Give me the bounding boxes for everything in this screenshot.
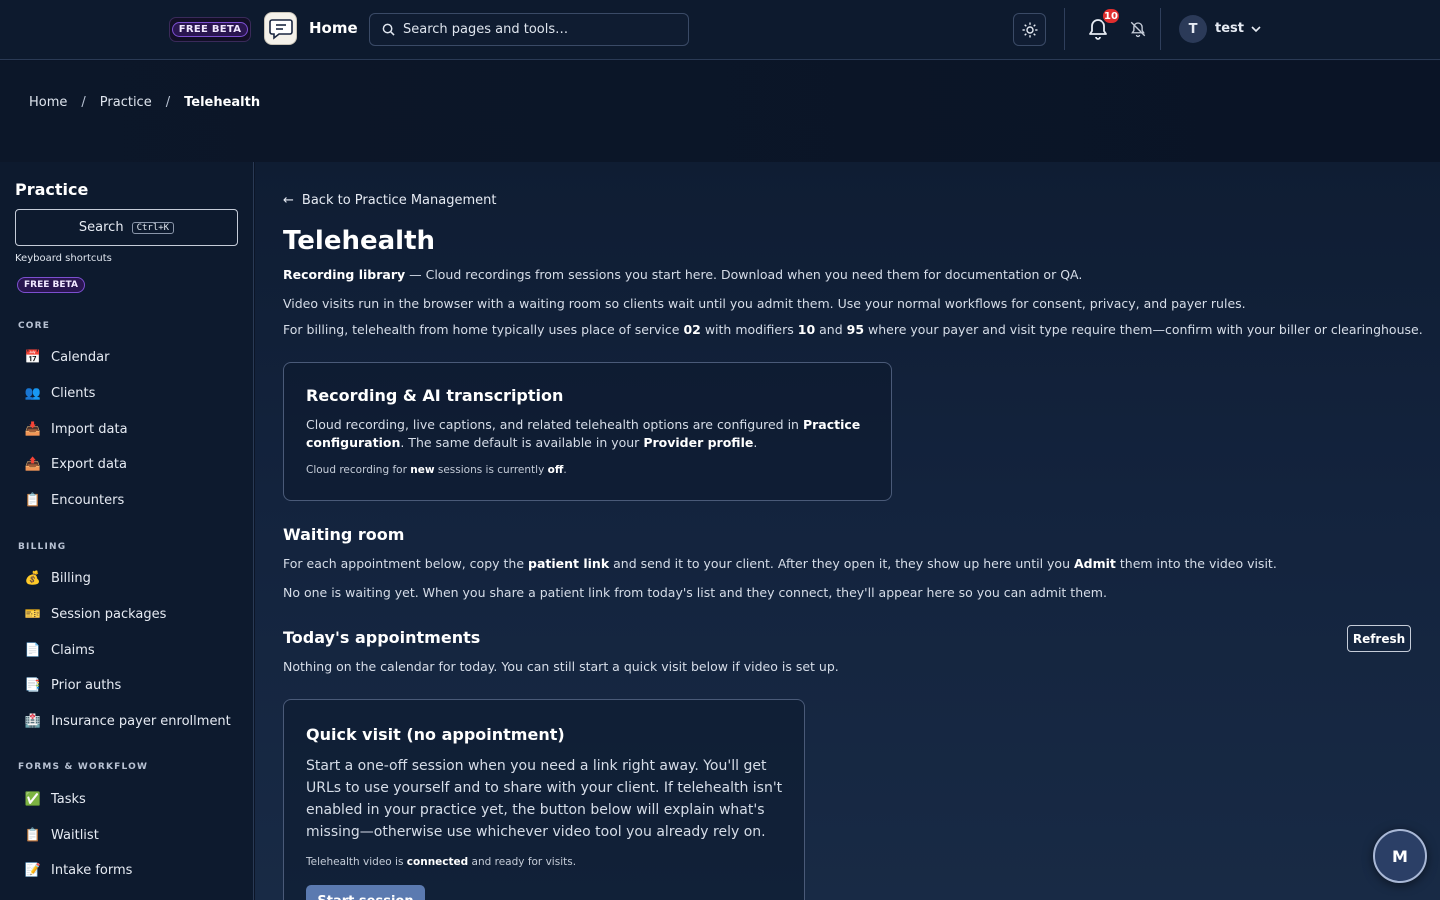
sidebar-title: Practice — [15, 180, 89, 199]
clipboard-icon: 📋 — [24, 492, 42, 508]
notification-count-badge: 10 — [1101, 7, 1121, 25]
sidebar-item-calendar[interactable]: 📅 Calendar — [24, 342, 244, 372]
sidebar-search-button[interactable]: Search Ctrl+K — [15, 209, 238, 246]
sidebar-item-intake-forms[interactable]: 📝 Intake forms — [24, 855, 244, 885]
sidebar-item-import-data[interactable]: 📥 Import data — [24, 414, 244, 444]
quick-visit-card: Quick visit (no appointment) Start a one… — [283, 699, 805, 900]
bell-off-icon[interactable] — [1129, 20, 1147, 38]
keyboard-shortcuts-link[interactable]: Keyboard shortcuts — [15, 253, 112, 264]
sidebar-item-encounters[interactable]: 📋 Encounters — [24, 485, 244, 515]
sun-icon — [1022, 22, 1037, 37]
bookmark-tabs-icon: 📑 — [24, 677, 42, 693]
hospital-icon: 🏥 — [24, 713, 42, 729]
main-content: ← Back to Practice Management Telehealth… — [255, 162, 1440, 900]
section-label-core: CORE — [18, 321, 51, 331]
breadcrumb-current: Telehealth — [184, 95, 261, 110]
back-to-practice-link[interactable]: ← Back to Practice Management — [283, 193, 496, 208]
free-beta-badge: FREE BETA — [169, 17, 251, 42]
waiting-room-empty: No one is waiting yet. When you share a … — [283, 585, 1107, 600]
outbox-tray-icon: 📤 — [24, 456, 42, 472]
breadcrumb-separator: / — [165, 95, 171, 110]
sidebar-item-waitlist[interactable]: 📋 Waitlist — [24, 820, 244, 850]
appointments-title: Today's appointments — [283, 628, 481, 647]
start-session-button[interactable]: Start session — [306, 885, 425, 900]
recording-transcription-card: Recording & AI transcription Cloud recor… — [283, 362, 892, 501]
quick-visit-description: Start a one-off session when you need a … — [306, 758, 783, 840]
user-name[interactable]: test — [1215, 21, 1244, 36]
arrow-left-icon: ← — [283, 193, 294, 208]
refresh-button[interactable]: Refresh — [1347, 625, 1411, 652]
assistant-button[interactable]: M — [1373, 829, 1427, 883]
appointments-empty: Nothing on the calendar for today. You c… — [283, 659, 839, 674]
section-label-forms-workflow: FORMS & WORKFLOW — [18, 762, 149, 772]
ticket-icon: 🎫 — [24, 606, 42, 622]
recording-status: Cloud recording for new sessions is curr… — [306, 464, 567, 476]
breadcrumb-home[interactable]: Home — [29, 95, 67, 110]
money-bag-icon: 💰 — [24, 570, 42, 586]
check-mark-icon: ✅ — [24, 791, 42, 807]
section-label-billing: BILLING — [18, 542, 67, 552]
search-shortcut-hint: Ctrl+K — [131, 221, 175, 234]
inbox-tray-icon: 📥 — [24, 421, 42, 437]
recording-library-note: Recording library — Cloud recordings fro… — [283, 267, 1083, 282]
billing-note: For billing, telehealth from home typica… — [283, 322, 1423, 337]
theme-toggle-button[interactable] — [1013, 13, 1046, 46]
header-divider — [1160, 8, 1161, 50]
chevron-down-icon[interactable] — [1250, 23, 1262, 35]
sidebar: Practice Search Ctrl+K Keyboard shortcut… — [0, 162, 254, 900]
waiting-room-description: For each appointment below, copy the pat… — [283, 556, 1277, 571]
sidebar-search-label: Search — [78, 220, 124, 235]
sidebar-item-export-data[interactable]: 📤 Export data — [24, 449, 244, 479]
chat-logo-icon[interactable] — [264, 12, 297, 45]
breadcrumb-practice[interactable]: Practice — [100, 95, 152, 110]
breadcrumb-separator: / — [81, 95, 86, 110]
waiting-room-title: Waiting room — [283, 525, 405, 544]
sidebar-item-insurance-payer-enrollment[interactable]: 🏥 Insurance payer enrollment — [24, 706, 244, 736]
header-divider — [1064, 8, 1065, 50]
sidebar-item-prior-auths[interactable]: 📑 Prior auths — [24, 670, 244, 700]
calendar-icon: 📅 — [24, 349, 42, 365]
sidebar-item-clients[interactable]: 👥 Clients — [24, 378, 244, 408]
memo-icon: 📝 — [24, 862, 42, 878]
document-icon: 📄 — [24, 642, 42, 658]
recording-card-description: Cloud recording, live captions, and rela… — [306, 417, 861, 450]
top-bar: FREE BETA Home 10 — [0, 0, 1440, 60]
breadcrumb-band: Home / Practice / Telehealth — [0, 61, 1440, 162]
page-title: Telehealth — [283, 226, 436, 256]
provider-profile-link[interactable]: Provider profile — [643, 435, 753, 450]
sidebar-beta-badge: FREE BETA — [17, 277, 85, 293]
user-avatar[interactable]: T — [1179, 15, 1207, 43]
clients-icon: 👥 — [24, 385, 42, 401]
search-icon — [382, 23, 395, 36]
sidebar-item-session-packages[interactable]: 🎫 Session packages — [24, 599, 244, 629]
global-search-box[interactable] — [369, 13, 689, 46]
breadcrumb: Home / Practice / Telehealth — [29, 95, 260, 110]
app-title[interactable]: Home — [309, 19, 358, 37]
global-search-input[interactable] — [403, 22, 673, 37]
quick-visit-title: Quick visit (no appointment) — [306, 725, 565, 744]
recording-library-link[interactable]: Recording library — [283, 267, 405, 282]
telehealth-connection-status: Telehealth video is connected and ready … — [306, 856, 577, 868]
intro-text: Video visits run in the browser with a w… — [283, 296, 1246, 311]
recording-card-title: Recording & AI transcription — [306, 386, 564, 405]
sidebar-item-billing[interactable]: 💰 Billing — [24, 563, 244, 593]
sidebar-item-claims[interactable]: 📄 Claims — [24, 635, 244, 665]
sidebar-item-tasks[interactable]: ✅ Tasks — [24, 784, 244, 814]
clipboard-icon: 📋 — [24, 827, 42, 843]
